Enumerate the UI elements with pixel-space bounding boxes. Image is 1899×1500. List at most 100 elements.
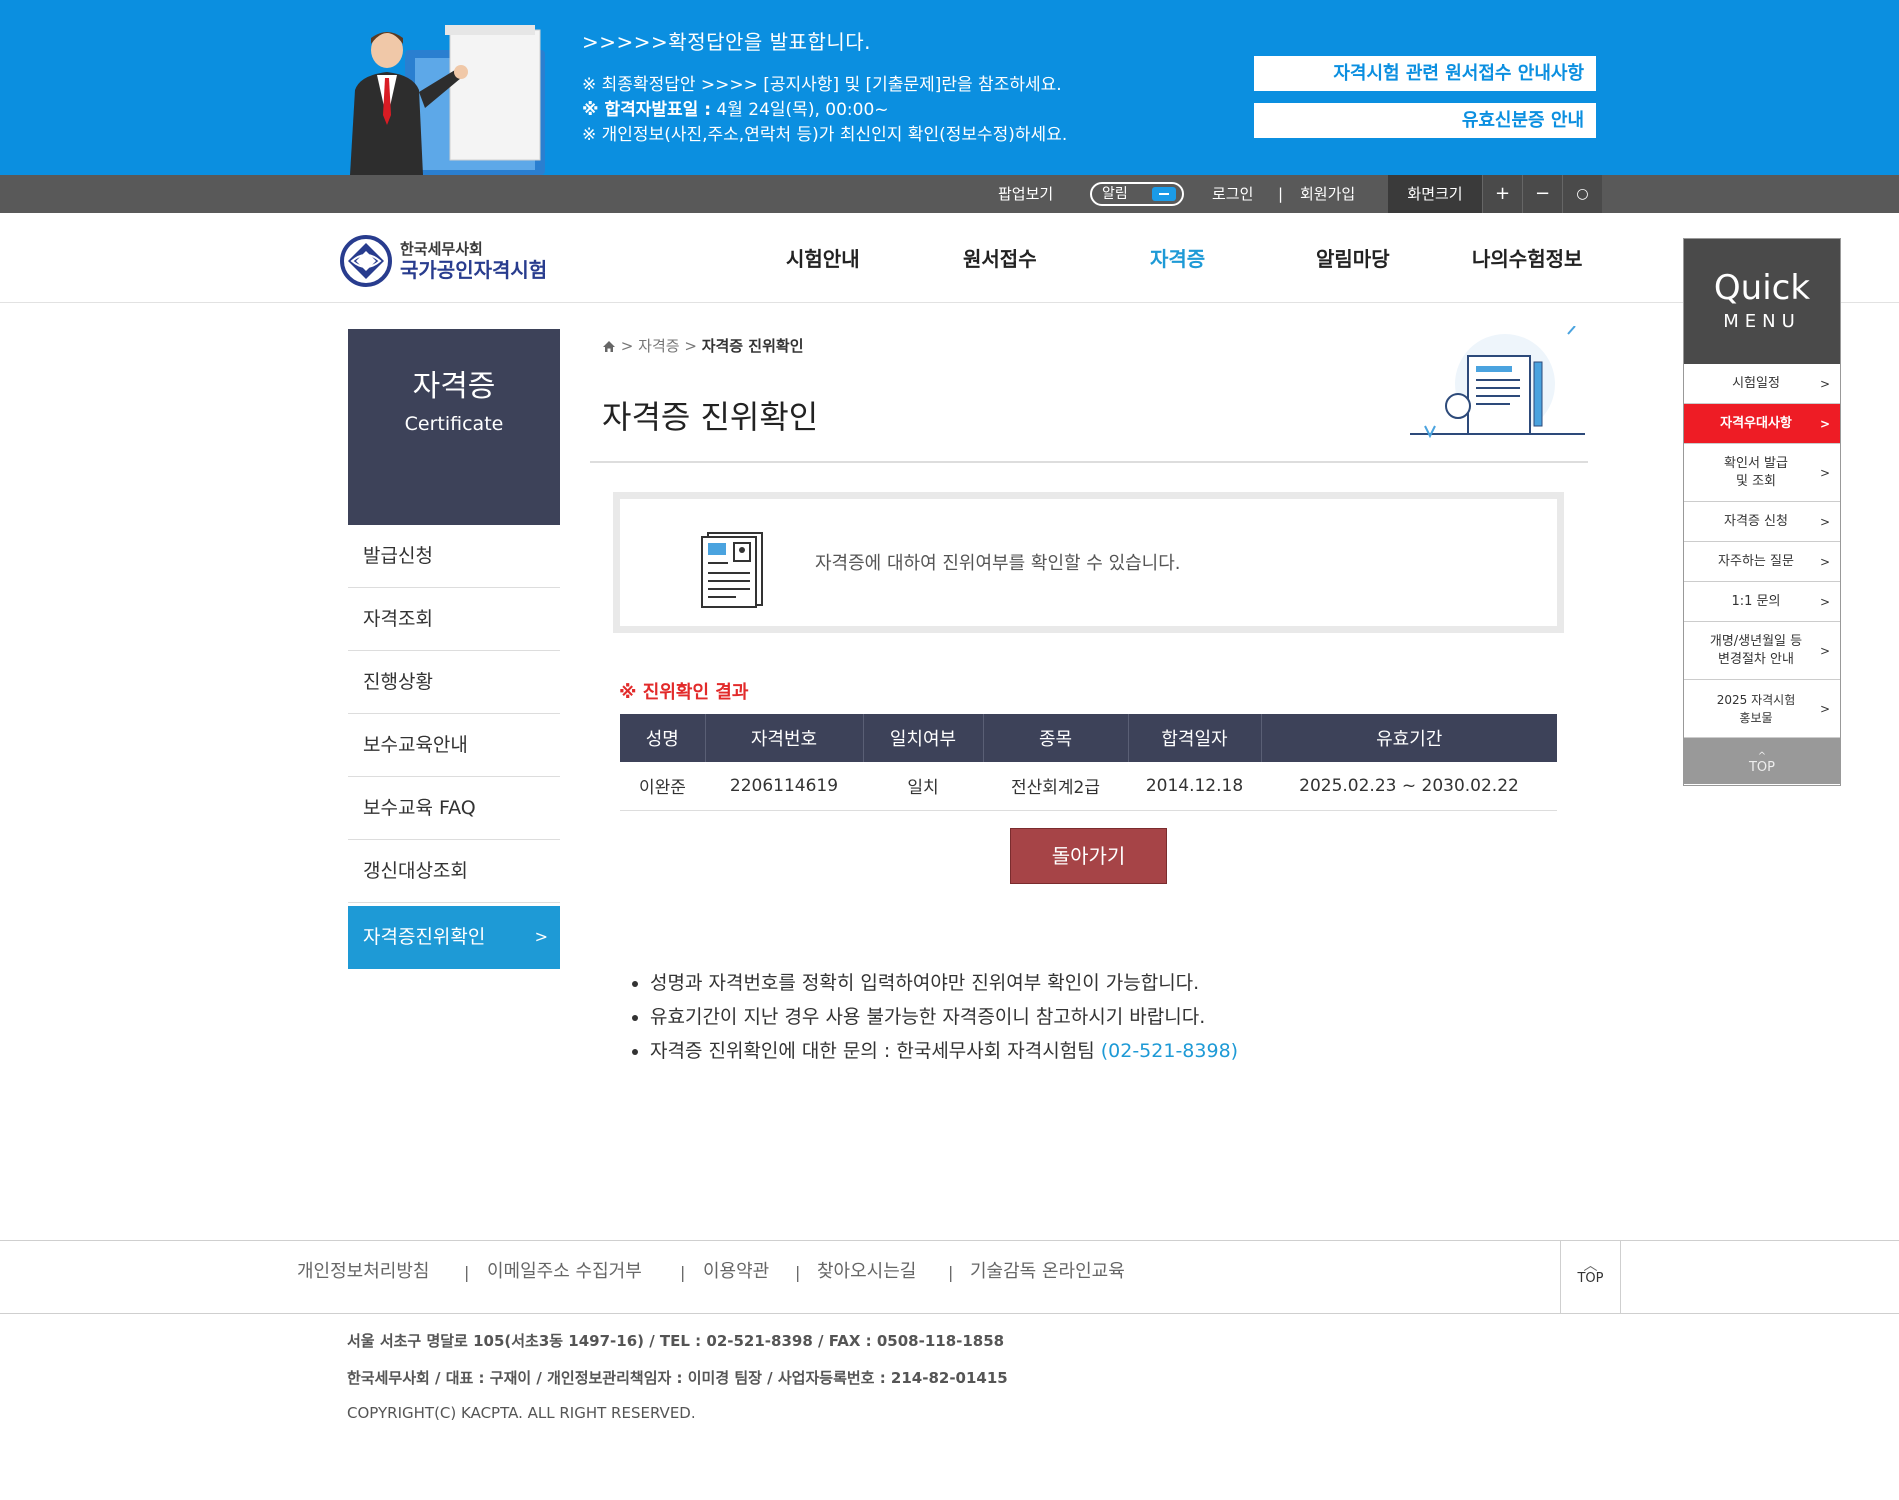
title-divider (590, 461, 1588, 463)
quick-top-button[interactable]: ^ TOP (1684, 738, 1840, 784)
alarm-toggle[interactable]: 알림 (1090, 182, 1184, 206)
footer-company-info: 한국세무사회 / 대표 : 구재이 / 개인정보관리책임자 : 이미경 팀장 /… (347, 1369, 1008, 1387)
cell-subject: 전산회계2급 (983, 762, 1128, 811)
quick-title: Quick (1713, 268, 1811, 308)
quick-menu: Quick MENU 시험일정 > 자격우대사항 > 확인서 발급 및 조회 > 자격… (1683, 238, 1841, 786)
document-illustration (1410, 326, 1585, 439)
quick-item-label: 1:1 문의 (1731, 593, 1781, 609)
site-header: 한국세무사회 국가공인자격시험 시험안내 원서접수 자격증 알림마당 나의수험정… (0, 213, 1899, 303)
footer-links: 개인정보처리방침 | 이메일주소 수집거부 | 이용약관 | 찾아오시는길 | … (0, 1240, 1899, 1314)
quick-preference[interactable]: 자격우대사항 > (1684, 404, 1840, 444)
chevron-right-icon: > (1819, 554, 1830, 569)
footer-top-label: TOP (1577, 1271, 1604, 1286)
footer-link-email[interactable]: 이메일주소 수집거부 (487, 1241, 642, 1303)
note-item: 자격증 진위확인에 대한 문의 : 한국세무사회 자격시험팀 (02-521-8… (650, 1034, 1238, 1068)
lnb-item-issue[interactable]: 발급신청 (348, 525, 560, 588)
col-pass-date: 합격일자 (1128, 714, 1262, 762)
breadcrumb-parent[interactable]: 자격증 (638, 337, 679, 355)
footer-separator: | (948, 1263, 954, 1282)
chevron-right-icon: > (534, 927, 548, 946)
quick-top-label: TOP (1748, 760, 1775, 775)
col-subject: 종목 (983, 714, 1129, 762)
lnb-item-qualification[interactable]: 자격조회 (348, 588, 560, 651)
nav-exam-info[interactable]: 시험안내 (786, 243, 860, 272)
chevron-right-icon: > (1819, 701, 1830, 716)
info-box-text: 자격증에 대하여 진위여부를 확인할 수 있습니다. (815, 553, 1181, 574)
chevron-up-icon: ︿ (1583, 1258, 1598, 1274)
quick-item-label: 자주하는 질문 (1718, 553, 1794, 569)
site-logo[interactable]: 한국세무사회 국가공인자격시험 (340, 235, 547, 287)
lnb-item-progress[interactable]: 진행상황 (348, 651, 560, 714)
emblem-icon (340, 235, 392, 287)
valid-id-notice-button[interactable]: 유효신분증 안내 (1254, 103, 1596, 138)
zoom-reset-button[interactable]: ○ (1562, 175, 1602, 213)
breadcrumb: > 자격증 > 자격증 진위확인 (602, 335, 804, 356)
alarm-label: 알림 (1102, 186, 1128, 202)
chevron-right-icon: > (1819, 514, 1830, 529)
footer-link-privacy[interactable]: 개인정보처리방침 (297, 1241, 429, 1303)
cell-valid-period: 2025.02.23 ~ 2030.02.22 (1261, 762, 1557, 811)
nav-notice[interactable]: 알림마당 (1316, 243, 1390, 272)
lnb-item-verify[interactable]: 자격증진위확인 > (348, 906, 560, 969)
nav-my-exam[interactable]: 나의수험정보 (1472, 243, 1582, 272)
lnb-subtitle: Certificate (404, 413, 504, 435)
chevron-right-icon: > (1819, 416, 1830, 431)
nav-certificate[interactable]: 자격증 (1150, 243, 1205, 272)
logo-org-name: 한국세무사회 (400, 240, 483, 258)
footer-link-terms[interactable]: 이용약관 (703, 1241, 769, 1303)
application-notice-button[interactable]: 자격시험 관련 원서접수 안내사항 (1254, 56, 1596, 91)
toggle-off-icon (1152, 187, 1176, 201)
cell-name: 이완준 (620, 762, 705, 811)
top-banner: >>>>>확정답안을 발표합니다. ※ 최종확정답안 >>>> [공지사항] 및… (0, 0, 1899, 175)
presenter-illustration (350, 25, 545, 175)
nav-application[interactable]: 원서접수 (963, 243, 1037, 272)
banner-line-privacy: ※ 개인정보(사진,주소,연락처 등)가 최신인지 확인(정보수정)하세요. (582, 125, 1068, 145)
chevron-right-icon: > (1819, 376, 1830, 391)
table-header-row: 성명 자격번호 일치여부 종목 합격일자 유효기간 (620, 714, 1557, 762)
back-button[interactable]: 돌아가기 (1010, 828, 1167, 884)
result-title: ※ 진위확인 결과 (619, 682, 749, 703)
screen-size-label: 화면크기 (1388, 175, 1482, 213)
quick-inquiry[interactable]: 1:1 문의 > (1684, 582, 1840, 622)
announce-label: ※ 합격자발표일 : (582, 100, 712, 120)
lnb-item-education[interactable]: 보수교육안내 (348, 714, 560, 777)
footer-top-button[interactable]: ︿ TOP (1560, 1241, 1621, 1314)
chevron-right-icon: > (1819, 594, 1830, 609)
lnb-header: 자격증 Certificate (348, 329, 560, 525)
quick-item-label: 자격증 신청 (1724, 513, 1788, 529)
quick-confirmation[interactable]: 확인서 발급 및 조회 > (1684, 444, 1840, 502)
note-contact: 자격증 진위확인에 대한 문의 : 한국세무사회 자격시험팀 (650, 1040, 1095, 1062)
quick-item-label: 개명/생년월일 등 변경절차 안내 (1709, 633, 1803, 667)
footer-link-education[interactable]: 기술감독 온라인교육 (970, 1241, 1125, 1303)
zoom-in-button[interactable]: + (1482, 175, 1522, 213)
quick-promo[interactable]: 2025 자격시험 홍보물 > (1684, 680, 1840, 738)
join-link[interactable]: 회원가입 (1300, 175, 1355, 213)
footer-separator: | (464, 1263, 470, 1282)
login-link[interactable]: 로그인 (1212, 175, 1253, 213)
quick-item-label: 자격우대사항 (1720, 415, 1792, 431)
lnb-item-label: 자격증진위확인 (363, 926, 486, 948)
quick-subtitle: MENU (1723, 311, 1801, 332)
footer-address: 서울 서초구 명달로 105(서초3동 1497-16) / TEL : 02-… (347, 1332, 1005, 1350)
quick-name-change[interactable]: 개명/생년월일 등 변경절차 안내 > (1684, 622, 1840, 680)
footer-separator: | (795, 1263, 801, 1282)
info-box: 자격증에 대하여 진위여부를 확인할 수 있습니다. (613, 492, 1564, 633)
quick-exam-schedule[interactable]: 시험일정 > (1684, 364, 1840, 404)
footer-link-directions[interactable]: 찾아오시는길 (817, 1241, 916, 1303)
lnb-title: 자격증 (412, 369, 496, 404)
table-row: 이완준 2206114619 일치 전산회계2급 2014.12.18 2025… (620, 762, 1557, 811)
zoom-out-button[interactable]: − (1522, 175, 1562, 213)
banner-line-announce: ※ 합격자발표일 : 4월 24일(목), 00:00~ (582, 98, 1067, 123)
chevron-right-icon: > (1819, 643, 1830, 658)
quick-faq[interactable]: 자주하는 질문 > (1684, 542, 1840, 582)
home-icon[interactable] (602, 340, 616, 353)
page-title: 자격증 진위확인 (602, 398, 819, 436)
lnb-item-education-faq[interactable]: 보수교육 FAQ (348, 777, 560, 840)
quick-cert-apply[interactable]: 자격증 신청 > (1684, 502, 1840, 542)
popup-view-link[interactable]: 팝업보기 (998, 175, 1053, 213)
quick-menu-header: Quick MENU (1684, 239, 1840, 364)
lnb-item-renewal[interactable]: 갱신대상조회 (348, 840, 560, 903)
certificate-document-icon (701, 532, 763, 608)
contact-phone[interactable]: (02-521-8398) (1101, 1040, 1238, 1062)
quick-item-label: 확인서 발급 및 조회 (1724, 455, 1788, 489)
